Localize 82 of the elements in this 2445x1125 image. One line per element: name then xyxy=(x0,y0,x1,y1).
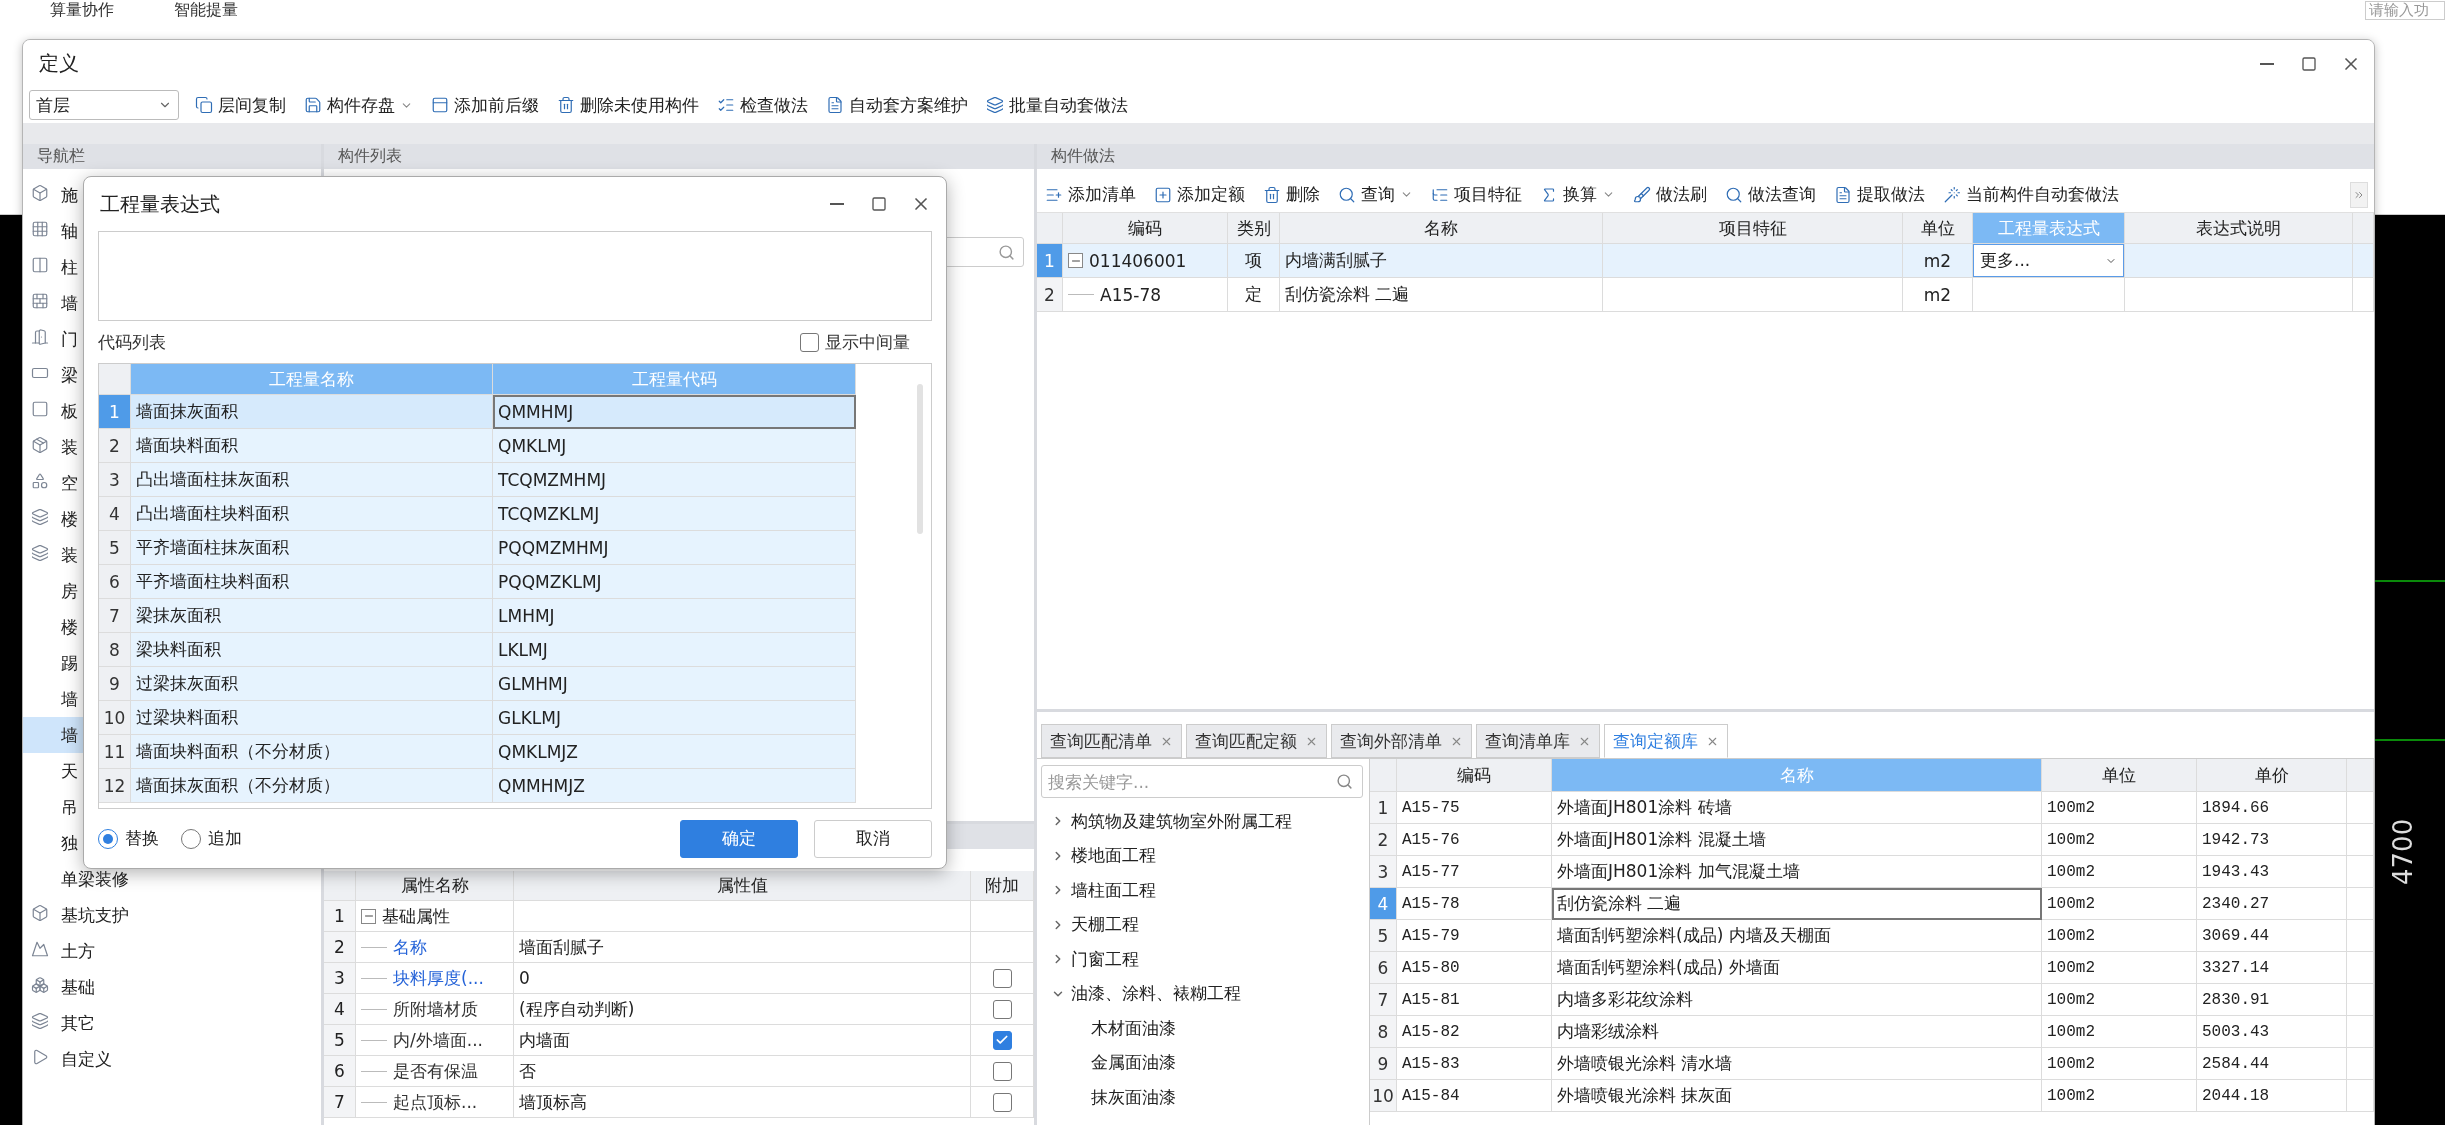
property-name: 名称 xyxy=(393,935,427,959)
row-number: 2 xyxy=(1370,824,1397,856)
table-cell: QMMHMJZ xyxy=(493,769,856,803)
property-name: 块料厚度(... xyxy=(393,966,484,990)
row-number: 5 xyxy=(324,1025,356,1056)
row-number: 1 xyxy=(1037,244,1063,278)
table-cell: A15-84 xyxy=(1397,1080,1552,1112)
property-name: 是否有保温 xyxy=(393,1059,478,1083)
property-name: 所附墙材质 xyxy=(393,997,478,1021)
row-number: 2 xyxy=(99,429,131,463)
property-name: 起点顶标... xyxy=(393,1090,478,1114)
row-number: 2 xyxy=(324,932,356,963)
table-cell: QMMHMJ xyxy=(493,395,856,429)
dialog-title: 工程量表达式 xyxy=(100,190,220,218)
table-cell: 梁抹灰面积 xyxy=(131,599,493,633)
table-cell: 凸出墙面柱块料面积 xyxy=(131,497,493,531)
row-number: 12 xyxy=(99,769,131,803)
row-number: 7 xyxy=(324,1087,356,1118)
table-cell: 墙面块料面积（不分材质） xyxy=(131,735,493,769)
table-cell: GLKLMJ xyxy=(493,701,856,735)
row-number: 4 xyxy=(1370,888,1397,920)
table-cell: 梁块料面积 xyxy=(131,633,493,667)
row-number: 3 xyxy=(1370,856,1397,888)
table-cell: 过梁抹灰面积 xyxy=(131,667,493,701)
row-number: 3 xyxy=(324,963,356,994)
row-number: 8 xyxy=(99,633,131,667)
table-cell: 墙面块料面积 xyxy=(131,429,493,463)
section-label: 代码列表 xyxy=(98,330,166,354)
table-cell: TCQMZKLMJ xyxy=(493,497,856,531)
table-cell: 定 xyxy=(1228,278,1280,312)
table-cell: 墙面抹灰面积（不分材质） xyxy=(131,769,493,803)
row-number: 10 xyxy=(1370,1080,1397,1112)
code-text: A15-78 xyxy=(1100,284,1162,305)
panel-title: 构件做法 xyxy=(1037,144,2374,169)
table-cell: TCQMZMHMJ xyxy=(493,463,856,497)
table-cell: PQQMZKLMJ xyxy=(493,565,856,599)
panel-title: 导航栏 xyxy=(23,144,321,169)
row-number: 2 xyxy=(1037,278,1063,312)
row-number: 1 xyxy=(1370,792,1397,824)
table-cell: 100m2 xyxy=(2042,1080,2197,1112)
row-number: 6 xyxy=(1370,952,1397,984)
code-text: 011406001 xyxy=(1089,250,1187,271)
row-number: 11 xyxy=(99,735,131,769)
table-cell: LMHMJ xyxy=(493,599,856,633)
table-cell: 平齐墙面柱抹灰面积 xyxy=(131,531,493,565)
column-header: 工程量代码 xyxy=(493,364,856,395)
table-cell: 外墙面JH801涂料 加气混凝土墙 xyxy=(1552,856,2042,888)
table-cell: 凸出墙面柱抹灰面积 xyxy=(131,463,493,497)
row-number: 8 xyxy=(1370,1016,1397,1048)
row-number: 6 xyxy=(99,565,131,599)
table-cell: 2044.18 xyxy=(2197,1080,2347,1112)
table-cell: 过梁块料面积 xyxy=(131,701,493,735)
table-cell: 墙面抹灰面积 xyxy=(131,395,493,429)
table-cell: m2 xyxy=(1903,278,1973,312)
row-number: 7 xyxy=(1370,984,1397,1016)
row-number: 4 xyxy=(324,994,356,1025)
table-cell: QMKLMJ xyxy=(493,429,856,463)
row-number: 9 xyxy=(99,667,131,701)
row-number: 4 xyxy=(99,497,131,531)
row-number: 5 xyxy=(1370,920,1397,952)
row-number: 3 xyxy=(99,463,131,497)
column-header: 工程量名称 xyxy=(131,364,493,395)
table-cell: 刮仿瓷涂料 二遍 xyxy=(1280,278,1603,312)
dimension-label: 4700 xyxy=(2388,818,2418,885)
row-number: 6 xyxy=(324,1056,356,1087)
row-number: 7 xyxy=(99,599,131,633)
row-number: 10 xyxy=(99,701,131,735)
panel-title: 构件列表 xyxy=(324,144,1034,169)
table-cell: GLMHMJ xyxy=(493,667,856,701)
table-cell: 外墙喷银光涂料 抹灰面 xyxy=(1552,1080,2042,1112)
property-name: 内/外墙面... xyxy=(393,1028,483,1052)
table-cell: PQQMZMHMJ xyxy=(493,531,856,565)
group-label: 基础属性 xyxy=(382,904,450,928)
row-number: 5 xyxy=(99,531,131,565)
row-number: 1 xyxy=(324,901,356,932)
row-number: 9 xyxy=(1370,1048,1397,1080)
table-cell: 刮仿瓷涂料 二遍 xyxy=(1552,888,2042,920)
table-cell: LKLMJ xyxy=(493,633,856,667)
window-title: 定义 xyxy=(39,50,79,77)
table-cell: QMKLMJZ xyxy=(493,735,856,769)
table-cell: 平齐墙面柱块料面积 xyxy=(131,565,493,599)
row-number: 1 xyxy=(99,395,131,429)
